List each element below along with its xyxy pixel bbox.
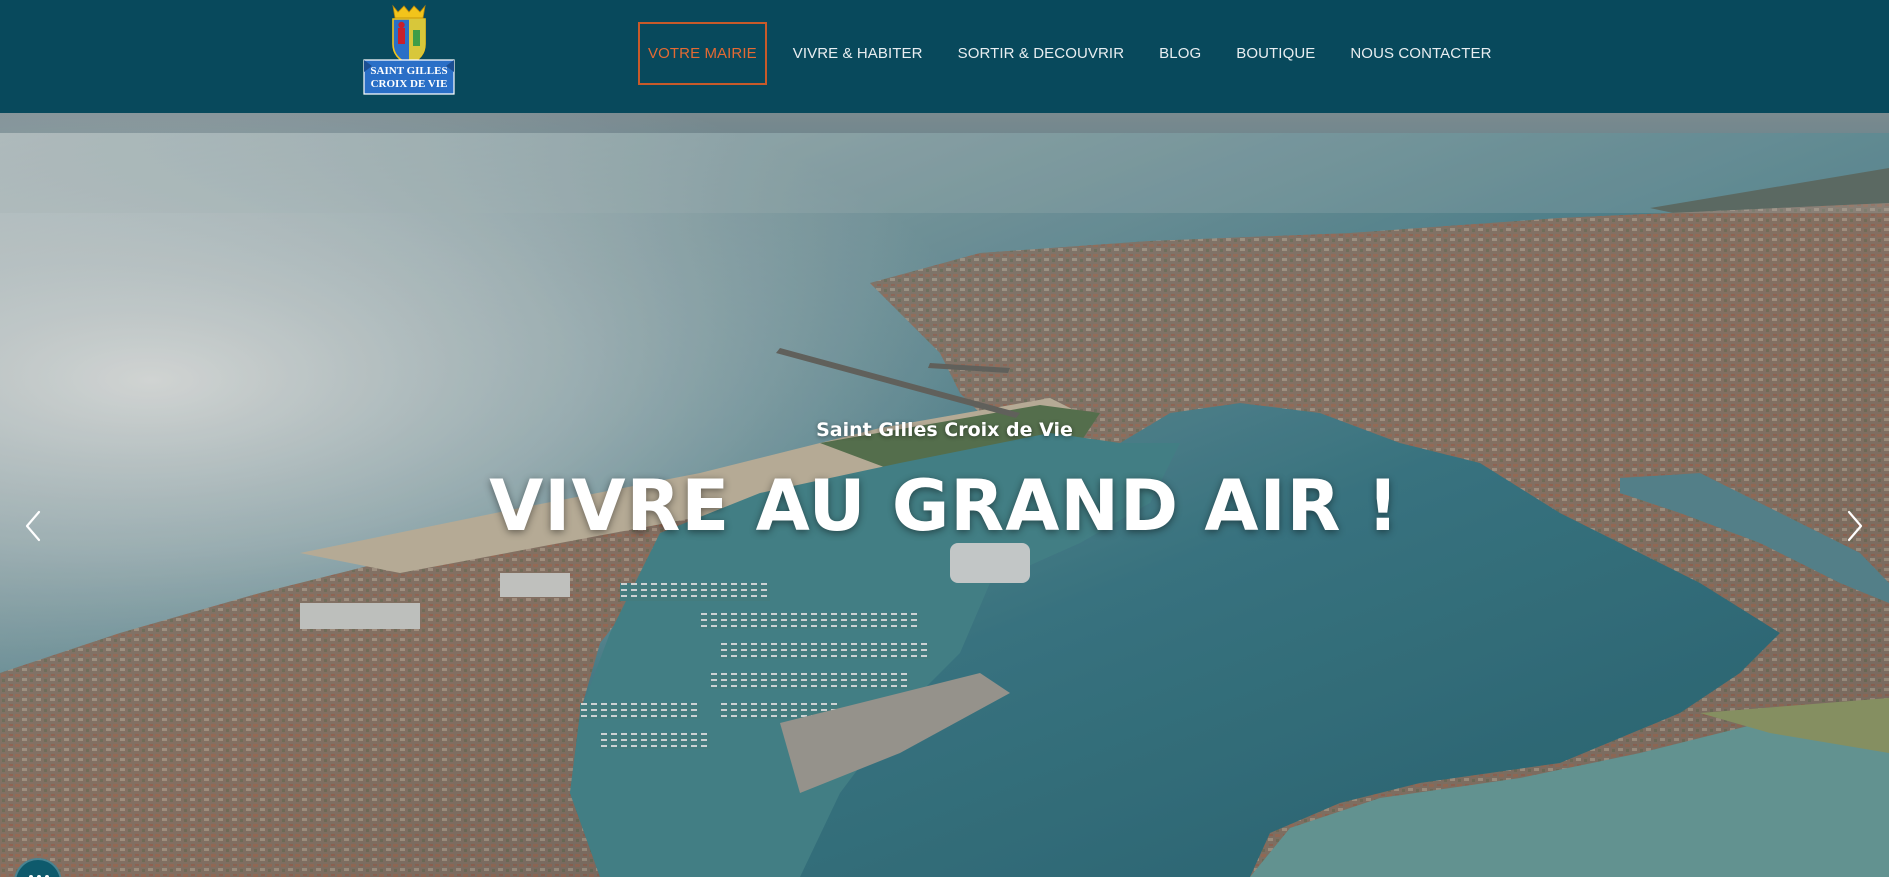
hero-slider: Saint Gilles Croix de Vie VIVRE AU GRAND… xyxy=(0,113,1889,877)
nav-item-votre-mairie[interactable]: VOTRE MAIRIE xyxy=(638,22,767,85)
site-logo[interactable]: SAINT GILLES CROIX DE VIE xyxy=(362,2,456,96)
dots-icon xyxy=(29,875,49,877)
page: SAINT GILLES CROIX DE VIE VOTRE MAIRIE V… xyxy=(0,0,1889,877)
site-header: SAINT GILLES CROIX DE VIE VOTRE MAIRIE V… xyxy=(0,0,1889,113)
coat-of-arms-icon: SAINT GILLES CROIX DE VIE xyxy=(363,4,455,95)
slider-prev-button[interactable] xyxy=(14,501,50,551)
nav-item-nous-contacter[interactable]: NOUS CONTACTER xyxy=(1350,22,1491,85)
hero-subtitle: Saint Gilles Croix de Vie xyxy=(816,419,1073,441)
nav-item-boutique[interactable]: BOUTIQUE xyxy=(1236,22,1315,85)
nav-item-blog[interactable]: BLOG xyxy=(1159,22,1201,85)
nav-item-vivre-habiter[interactable]: VIVRE & HABITER xyxy=(793,22,923,85)
nav-item-sortir-decouvrir[interactable]: SORTIR & DECOUVRIR xyxy=(958,22,1125,85)
main-nav: VOTRE MAIRIE VIVRE & HABITER SORTIR & DE… xyxy=(638,22,1492,85)
slider-next-button[interactable] xyxy=(1838,501,1874,551)
hero-title: VIVRE AU GRAND AIR ! xyxy=(489,465,1400,547)
chevron-left-icon xyxy=(25,510,41,542)
logo-line1: SAINT GILLES xyxy=(370,65,447,77)
logo-line2: CROIX DE VIE xyxy=(371,78,448,90)
chevron-right-icon xyxy=(1847,510,1863,542)
